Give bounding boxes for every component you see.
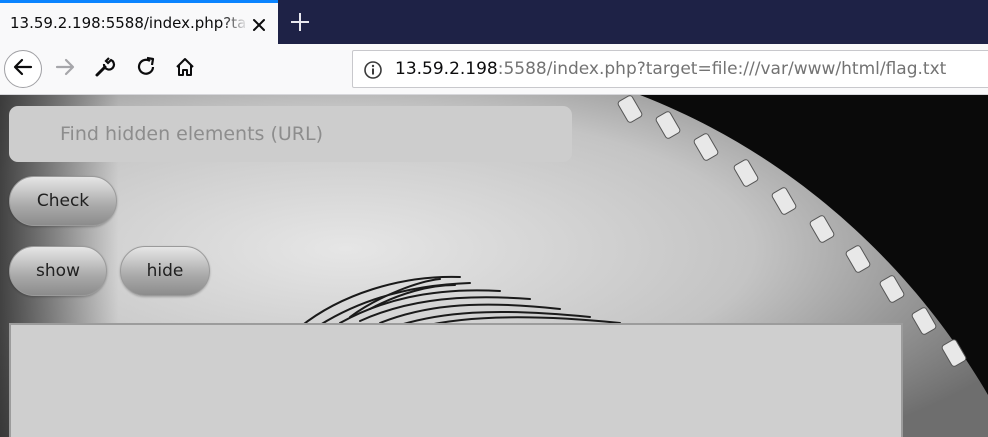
navigation-toolbar: 13.59.2.198:5588/index.php?target=file:/… xyxy=(0,44,988,95)
tab-title: 13.59.2.198:5588/index.php?target=file:/… xyxy=(10,14,246,32)
address-bar[interactable]: 13.59.2.198:5588/index.php?target=file:/… xyxy=(352,50,988,88)
wrench-icon xyxy=(94,56,116,82)
tab-title-fade xyxy=(222,11,248,39)
hide-button[interactable]: hide xyxy=(120,246,210,296)
url-host: 13.59.2.198 xyxy=(395,59,498,79)
url-path: :5588/index.php?target=file:///var/www/h… xyxy=(497,59,947,79)
check-button[interactable]: Check xyxy=(9,176,117,226)
reload-icon xyxy=(135,56,157,82)
show-button[interactable]: show xyxy=(9,246,107,296)
active-tab[interactable]: 13.59.2.198:5588/index.php?target=file:/… xyxy=(0,0,278,44)
tab-strip: 13.59.2.198:5588/index.php?target=file:/… xyxy=(0,0,988,44)
reload-button[interactable] xyxy=(127,50,165,88)
plus-icon[interactable] xyxy=(286,8,314,36)
result-output-box xyxy=(9,323,903,437)
home-button[interactable] xyxy=(166,50,204,88)
close-icon[interactable] xyxy=(247,13,271,37)
back-arrow-icon xyxy=(11,55,35,83)
page-content: Check show hide xyxy=(0,95,988,437)
developer-tools-button[interactable] xyxy=(86,50,124,88)
find-hidden-elements-input[interactable] xyxy=(9,106,572,162)
forward-arrow-icon xyxy=(53,55,77,83)
back-button[interactable] xyxy=(4,50,42,88)
info-icon[interactable] xyxy=(363,60,383,80)
forward-button[interactable] xyxy=(46,50,84,88)
home-icon xyxy=(174,56,196,82)
url-text: 13.59.2.198:5588/index.php?target=file:/… xyxy=(395,59,946,79)
